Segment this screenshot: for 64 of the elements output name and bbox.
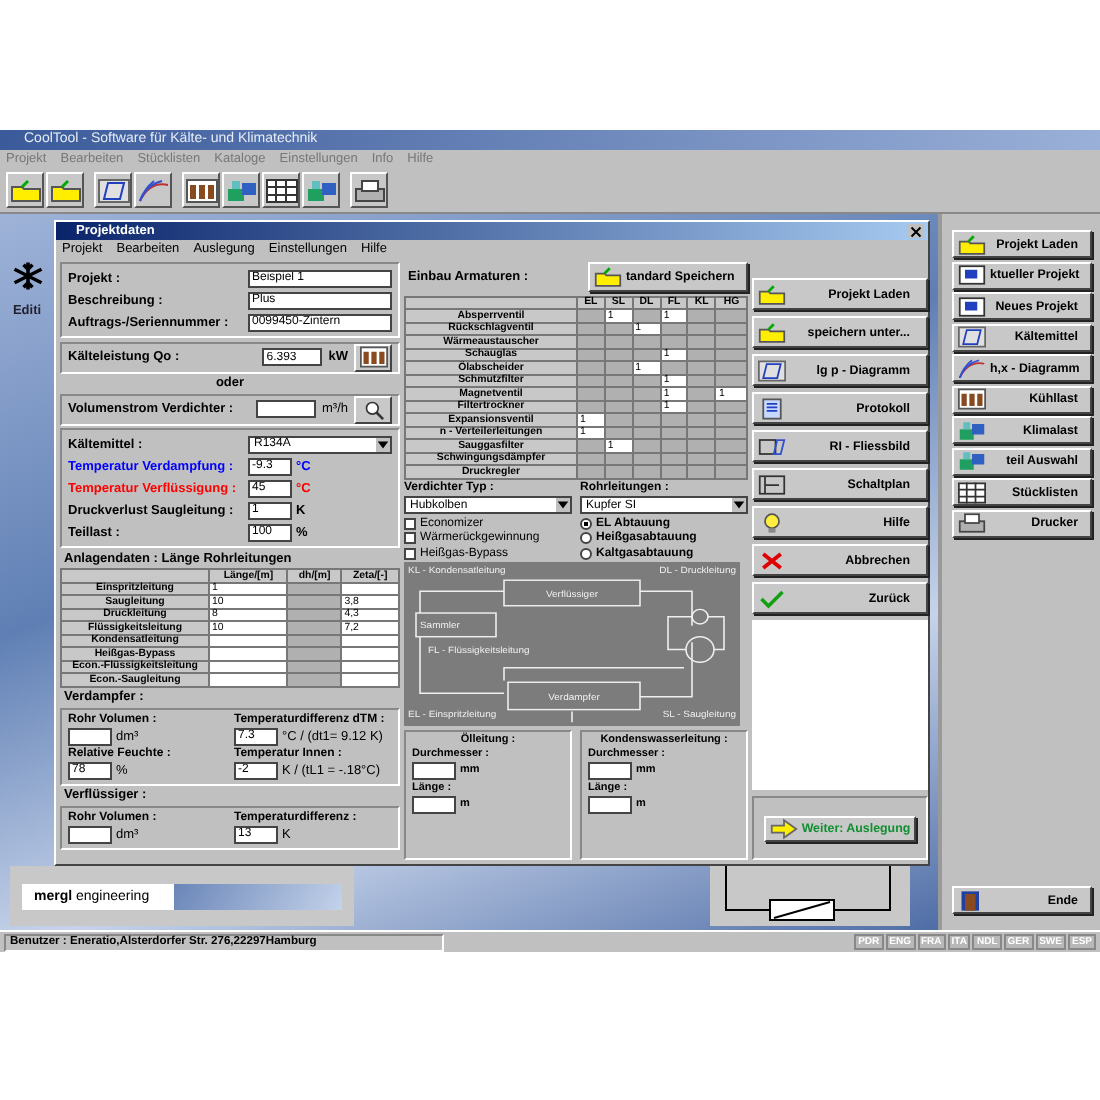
text-field[interactable]: [256, 400, 316, 418]
machine-icon: [305, 177, 337, 203]
flow-diagram-icon: [758, 435, 786, 457]
lightbulb-icon: [758, 511, 786, 533]
search-button[interactable]: [354, 395, 392, 423]
text-field[interactable]: [412, 761, 456, 779]
bottles-icon: [185, 177, 217, 203]
toolbar-button[interactable]: [302, 172, 340, 208]
toolbar-button[interactable]: [6, 172, 44, 208]
radio-button[interactable]: [580, 532, 592, 544]
bottles-icon: [359, 346, 387, 368]
table-icon: [958, 481, 986, 503]
caret-icon: [556, 498, 570, 512]
text-field[interactable]: [588, 761, 632, 779]
printer-icon: [958, 512, 986, 534]
window-icon: [958, 264, 986, 286]
text-field[interactable]: [68, 825, 112, 843]
snowflake-icon: [9, 260, 45, 292]
evaporator-box: [507, 681, 641, 711]
text-field[interactable]: [412, 795, 456, 813]
checkbox[interactable]: [404, 517, 416, 529]
toolbar-button[interactable]: [182, 172, 220, 208]
folder-icon: [594, 266, 622, 288]
close-icon[interactable]: [908, 224, 924, 238]
folder-icon: [758, 283, 786, 305]
chart-icon: [758, 359, 786, 381]
checkbox[interactable]: [404, 532, 416, 544]
radio-button[interactable]: [580, 547, 592, 559]
machine-icon: [225, 177, 257, 203]
chart-icon: [958, 326, 986, 348]
calculator-button[interactable]: [354, 343, 392, 371]
caret-icon: [732, 498, 746, 512]
toolbar-button[interactable]: [94, 172, 132, 208]
folder-icon: [9, 177, 41, 203]
x-mark-icon: [758, 549, 786, 571]
toolbar-button[interactable]: [46, 172, 84, 208]
check-icon: [758, 587, 786, 609]
circuit-icon: [758, 473, 786, 495]
toolbar-button[interactable]: [222, 172, 260, 208]
arrow-icon: [769, 817, 798, 839]
toolbar-button[interactable]: [262, 172, 300, 208]
folder-icon: [49, 177, 81, 203]
machine-icon: [958, 419, 986, 441]
table-icon: [265, 177, 297, 203]
bottles-icon: [958, 388, 986, 410]
receiver-box: [415, 612, 497, 638]
printer-icon: [353, 177, 385, 203]
curve-chart-icon: [958, 357, 986, 379]
caret-icon: [376, 437, 390, 451]
machine-icon: [958, 450, 986, 472]
folder-icon: [958, 233, 986, 255]
condenser-box: [503, 579, 641, 607]
chart-icon: [97, 177, 129, 203]
toolbar-button[interactable]: [350, 172, 388, 208]
curve-chart-icon: [137, 177, 169, 203]
radio-button[interactable]: [580, 517, 592, 529]
folder-icon: [758, 321, 786, 343]
search-icon: [363, 399, 383, 419]
toolbar-button[interactable]: [134, 172, 172, 208]
checkbox[interactable]: [404, 547, 416, 559]
text-field[interactable]: [588, 795, 632, 813]
window-icon: [958, 295, 986, 317]
document-icon: [758, 397, 786, 419]
text-field[interactable]: [68, 727, 112, 745]
